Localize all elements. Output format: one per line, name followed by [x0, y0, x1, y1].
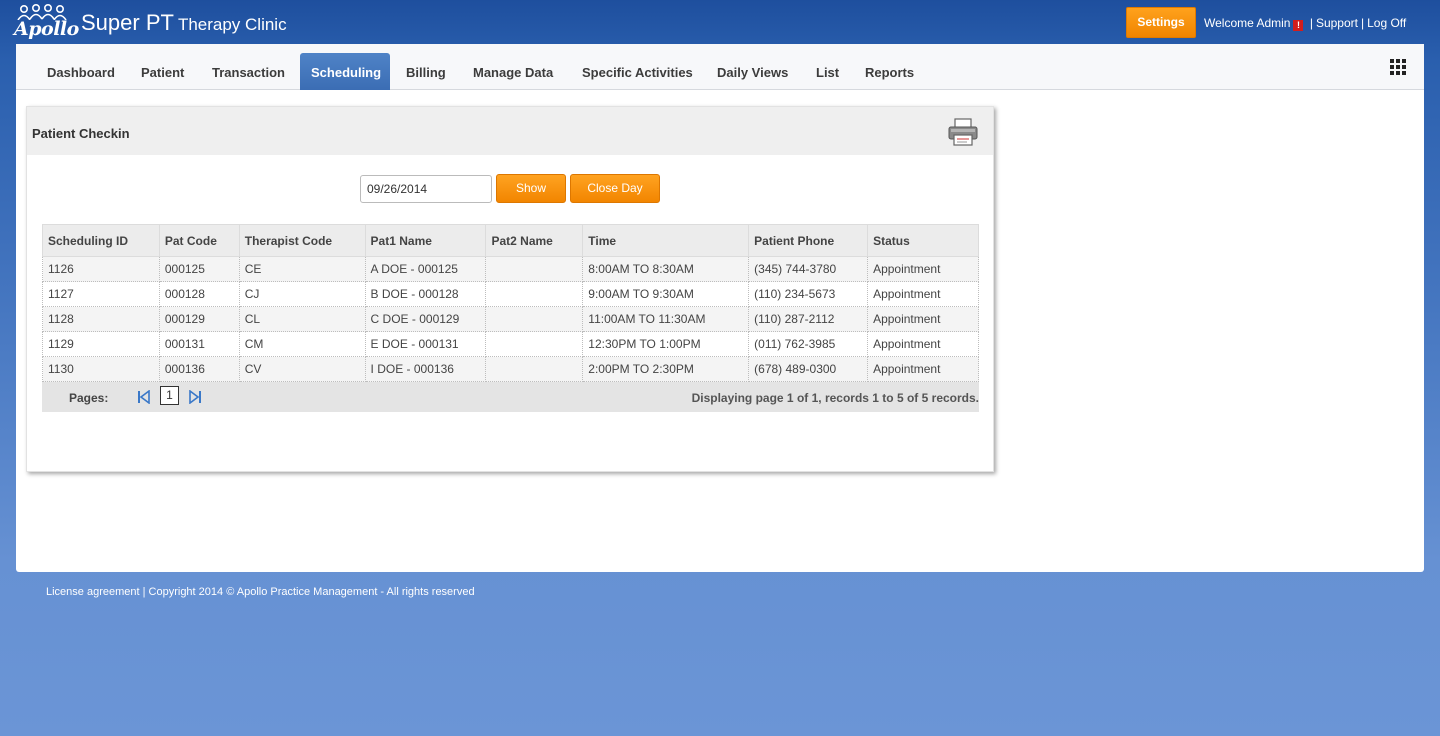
logoff-link[interactable]: Log Off — [1367, 16, 1406, 30]
checkin-table: Scheduling ID Pat Code Therapist Code Pa… — [42, 224, 979, 382]
table-header-row: Scheduling ID Pat Code Therapist Code Pa… — [42, 224, 979, 257]
footer-text[interactable]: License agreement | Copyright 2014 © Apo… — [46, 586, 475, 598]
cell-therapist-code: CL — [239, 306, 366, 332]
user-links: Welcome Admin! | Support | Log Off — [1204, 16, 1406, 31]
tab-dashboard[interactable]: Dashboard — [36, 53, 126, 90]
tab-patient[interactable]: Patient — [130, 53, 195, 90]
cell-pat2-name — [485, 356, 584, 382]
tab-manage-data[interactable]: Manage Data — [462, 53, 564, 90]
app-header: Apollo Super PT Therapy Clinic Settings W… — [0, 0, 1440, 44]
apollo-logo[interactable]: Apollo — [14, 4, 79, 40]
column-header[interactable]: Pat2 Name — [485, 224, 584, 257]
table-pager: Pages: 1 Displaying page 1 of 1, records… — [42, 382, 979, 412]
printer-icon[interactable] — [947, 117, 979, 147]
table-row[interactable]: 1126 000125 CE A DOE - 000125 8:00AM TO … — [42, 256, 979, 282]
cell-pat2-name — [485, 256, 584, 282]
last-page-icon[interactable] — [188, 390, 202, 404]
panel-header: Patient Checkin — [27, 107, 993, 155]
cell-time: 11:00AM TO 11:30AM — [582, 306, 750, 332]
cell-scheduling-id: 1126 — [42, 256, 160, 282]
alert-icon[interactable]: ! — [1293, 20, 1304, 31]
cell-patient-phone: (110) 287-2112 — [748, 306, 869, 332]
cell-pat1-name: B DOE - 000128 — [365, 281, 487, 307]
tab-transaction[interactable]: Transaction — [201, 53, 296, 90]
cell-patient-phone: (011) 762-3985 — [748, 331, 869, 357]
cell-pat2-name — [485, 281, 584, 307]
cell-scheduling-id: 1127 — [42, 281, 160, 307]
main-container: Dashboard Patient Transaction Scheduling… — [16, 44, 1424, 572]
cell-status: Appointment — [867, 331, 979, 357]
cell-time: 9:00AM TO 9:30AM — [582, 281, 750, 307]
cell-scheduling-id: 1128 — [42, 306, 160, 332]
support-link[interactable]: Support — [1316, 16, 1358, 30]
date-field[interactable] — [360, 175, 492, 203]
first-page-icon[interactable] — [137, 390, 151, 404]
cell-pat-code: 000131 — [159, 331, 240, 357]
cell-pat1-name: I DOE - 000136 — [365, 356, 487, 382]
clinic-name-primary: Super PT — [81, 10, 174, 35]
settings-button[interactable]: Settings — [1126, 7, 1196, 38]
close-day-button[interactable]: Close Day — [570, 174, 660, 203]
separator: | — [1309, 16, 1313, 30]
clinic-name: Super PT Therapy Clinic — [81, 10, 287, 36]
cell-patient-phone: (345) 744-3780 — [748, 256, 869, 282]
cell-therapist-code: CJ — [239, 281, 366, 307]
cell-status: Appointment — [867, 256, 979, 282]
welcome-text: Welcome Admin — [1204, 16, 1291, 30]
table-row[interactable]: 1128 000129 CL C DOE - 000129 11:00AM TO… — [42, 306, 979, 332]
cell-pat-code: 000129 — [159, 306, 240, 332]
tab-reports[interactable]: Reports — [854, 53, 925, 90]
cell-scheduling-id: 1129 — [42, 331, 160, 357]
cell-pat-code: 000125 — [159, 256, 240, 282]
column-header[interactable]: Scheduling ID — [42, 224, 160, 257]
cell-pat-code: 000128 — [159, 281, 240, 307]
cell-pat1-name: C DOE - 000129 — [365, 306, 487, 332]
cell-pat1-name: A DOE - 000125 — [365, 256, 487, 282]
cell-therapist-code: CV — [239, 356, 366, 382]
show-button[interactable]: Show — [496, 174, 566, 203]
cell-status: Appointment — [867, 306, 979, 332]
main-navigation: Dashboard Patient Transaction Scheduling… — [16, 44, 1424, 90]
table-row[interactable]: 1130 000136 CV I DOE - 000136 2:00PM TO … — [42, 356, 979, 382]
column-header[interactable]: Status — [867, 224, 979, 257]
tab-billing[interactable]: Billing — [395, 53, 457, 90]
column-header[interactable]: Pat Code — [158, 224, 240, 257]
grid-icon[interactable] — [1390, 59, 1406, 75]
column-header[interactable]: Pat1 Name — [364, 224, 487, 257]
cell-pat2-name — [485, 306, 584, 332]
panel-title: Patient Checkin — [32, 126, 130, 141]
cell-patient-phone: (110) 234-5673 — [748, 281, 869, 307]
column-header[interactable]: Therapist Code — [238, 224, 366, 257]
cell-status: Appointment — [867, 281, 979, 307]
clinic-name-secondary: Therapy Clinic — [177, 15, 287, 34]
tab-list[interactable]: List — [805, 53, 850, 90]
cell-time: 2:00PM TO 2:30PM — [582, 356, 750, 382]
cell-therapist-code: CE — [239, 256, 366, 282]
cell-time: 8:00AM TO 8:30AM — [582, 256, 750, 282]
separator: | — [1360, 16, 1365, 30]
column-header[interactable]: Time — [582, 224, 750, 257]
pager-info: Displaying page 1 of 1, records 1 to 5 o… — [691, 391, 979, 405]
cell-scheduling-id: 1130 — [42, 356, 160, 382]
pages-label: Pages: — [69, 391, 109, 405]
cell-pat2-name — [485, 331, 584, 357]
cell-pat-code: 000136 — [159, 356, 240, 382]
tab-scheduling[interactable]: Scheduling — [300, 53, 390, 90]
cell-time: 12:30PM TO 1:00PM — [582, 331, 750, 357]
table-row[interactable]: 1129 000131 CM E DOE - 000131 12:30PM TO… — [42, 331, 979, 357]
patient-checkin-panel: Patient Checkin Show Close Day Schedulin… — [26, 106, 994, 472]
tab-daily-views[interactable]: Daily Views — [706, 53, 799, 90]
cell-pat1-name: E DOE - 000131 — [365, 331, 487, 357]
logo-text: Apollo — [14, 18, 79, 40]
column-header[interactable]: Patient Phone — [748, 224, 869, 257]
table-row[interactable]: 1127 000128 CJ B DOE - 000128 9:00AM TO … — [42, 281, 979, 307]
cell-status: Appointment — [867, 356, 979, 382]
tab-specific-activities[interactable]: Specific Activities — [571, 53, 704, 90]
page-number-button[interactable]: 1 — [160, 386, 179, 405]
cell-patient-phone: (678) 489-0300 — [748, 356, 869, 382]
cell-therapist-code: CM — [239, 331, 366, 357]
